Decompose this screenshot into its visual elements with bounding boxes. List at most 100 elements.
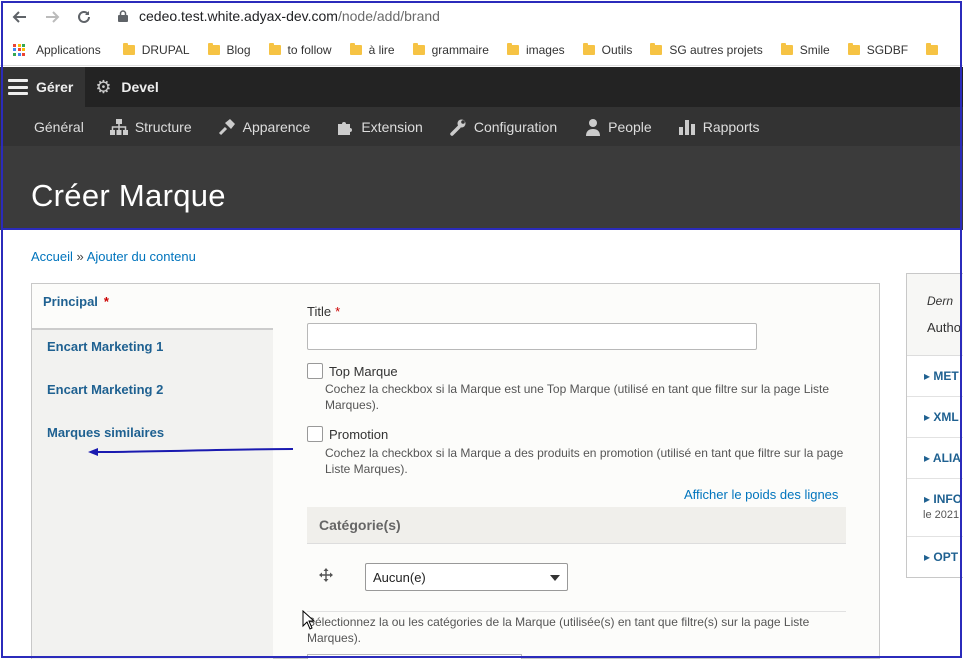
category-select[interactable]: Aucun(e) <box>365 563 568 591</box>
bookmark-images[interactable]: images <box>506 42 565 57</box>
bookmarks-bar: Applications DRUPAL Blog to follow à lir… <box>0 34 963 66</box>
category-select-value: Aucun(e) <box>373 570 426 585</box>
manage-button[interactable]: Gérer <box>0 67 86 107</box>
show-row-weights-link[interactable]: Afficher le poids des lignes <box>684 487 838 502</box>
categories-description: Sélectionnez la ou les catégories de la … <box>307 615 810 645</box>
bookmark-label: grammaire <box>431 42 489 57</box>
lock-icon <box>118 10 128 22</box>
page-header: Créer Marque <box>0 146 963 230</box>
tab-encart-marketing-1[interactable]: Encart Marketing 1 <box>47 339 288 354</box>
gear-icon: ⚙ <box>95 77 112 97</box>
manage-label: Gérer <box>36 79 74 95</box>
tray-item-extension[interactable]: Extension <box>336 118 423 136</box>
tray-item-structure[interactable]: Structure <box>109 118 192 136</box>
tab-label: Encart Marketing 2 <box>47 382 164 397</box>
tab-marques-similaires[interactable]: Marques similaires <box>47 425 288 440</box>
forward-icon[interactable] <box>41 6 63 28</box>
bookmark-sgdbf[interactable]: SGDBF <box>847 42 909 57</box>
url-text[interactable]: cedeo.test.white.adyax-dev.com/node/add/… <box>139 8 440 24</box>
mouse-cursor-icon <box>302 610 316 630</box>
apps-grid-icon <box>13 43 25 56</box>
bookmark-label: SGDBF <box>866 42 909 57</box>
categories-table-header: Catégorie(s) <box>307 507 846 544</box>
tray-item-general[interactable]: Général <box>34 119 84 135</box>
folder-icon <box>349 42 362 55</box>
top-marque-checkbox[interactable] <box>307 363 323 379</box>
tray-label: Apparence <box>242 118 311 135</box>
drag-handle-icon[interactable] <box>319 568 333 582</box>
tray-item-apparence[interactable]: Apparence <box>218 118 311 136</box>
folder-icon <box>650 42 663 55</box>
title-input[interactable] <box>307 323 757 350</box>
folder-icon <box>207 42 220 55</box>
bookmark-label: to follow <box>287 42 332 57</box>
node-form: Principal * Encart Marketing 1 Encart Mar… <box>31 283 880 659</box>
browser-url-bar: cedeo.test.white.adyax-dev.com/node/add/… <box>0 0 963 34</box>
required-marker: * <box>335 304 341 319</box>
promotion-label: Promotion <box>329 427 389 442</box>
brush-icon <box>218 118 235 135</box>
bookmark-label: Applications <box>36 42 101 57</box>
bookmark-label: Smile <box>799 42 830 57</box>
bookmark-applications[interactable]: Applications <box>13 43 101 57</box>
tray-label: Structure <box>134 118 192 135</box>
puzzle-icon <box>338 121 353 135</box>
bookmark-drupal[interactable]: DRUPAL <box>122 42 190 57</box>
top-marque-description: Cochez la checkbox si la Marque est une … <box>325 382 830 412</box>
meta-section-metatags[interactable]: ▸ MET <box>907 356 963 397</box>
bookmark-label: Outils <box>601 42 633 57</box>
tab-encart-marketing-2[interactable]: Encart Marketing 2 <box>47 382 288 397</box>
tab-label: Encart Marketing 1 <box>47 339 164 354</box>
tray-item-rapports[interactable]: Rapports <box>678 118 760 136</box>
last-saved-label: Dern <box>927 294 954 308</box>
bookmark-label: à lire <box>368 42 395 57</box>
meta-section-alias[interactable]: ▸ ALIA <box>907 438 963 479</box>
folder-icon <box>122 42 135 55</box>
tray-item-people[interactable]: People <box>583 118 652 136</box>
bookmark-to-follow[interactable]: to follow <box>268 42 332 57</box>
bookmark-label: DRUPAL <box>141 42 190 57</box>
add-category-field[interactable] <box>307 654 522 659</box>
meta-section-label: ALIA <box>932 451 961 465</box>
tab-label: Marques similaires <box>47 425 165 440</box>
meta-summary: Dern Autho <box>907 274 963 356</box>
bookmark-overflow[interactable] <box>926 42 945 55</box>
bookmark-blog[interactable]: Blog <box>207 42 251 57</box>
divider <box>307 611 846 612</box>
hamburger-icon <box>8 79 28 95</box>
tab-principal[interactable]: Principal * <box>32 284 273 330</box>
back-icon[interactable] <box>9 6 31 28</box>
person-icon <box>586 118 601 136</box>
meta-sidebar: Dern Autho ▸ MET ▸ XML ▸ ALIA ▸ INFO le … <box>906 273 963 578</box>
folder-icon <box>506 42 519 55</box>
breadcrumb-home-link[interactable]: Accueil <box>31 249 73 264</box>
bookmark-grammaire[interactable]: grammaire <box>412 42 489 57</box>
bookmark-sg-autres-projets[interactable]: SG autres projets <box>650 42 763 57</box>
devel-button[interactable]: ⚙ Devel <box>85 67 170 107</box>
top-marque-label: Top Marque <box>329 364 398 379</box>
promotion-description: Cochez la checkbox si la Marque a des pr… <box>325 446 844 476</box>
meta-section-info[interactable]: ▸ INFO le 2021 <box>907 479 963 537</box>
folder-icon <box>582 42 595 55</box>
devel-label: Devel <box>121 79 159 95</box>
author-label: Autho <box>927 320 961 335</box>
folder-icon <box>926 42 939 55</box>
meta-section-options[interactable]: ▸ OPT <box>907 537 963 577</box>
bookmark-outils[interactable]: Outils <box>582 42 633 57</box>
bookmark-label: images <box>525 42 565 57</box>
tab-label: Principal <box>43 294 98 309</box>
meta-section-xml[interactable]: ▸ XML <box>907 397 963 438</box>
required-marker: * <box>103 294 109 309</box>
bookmark-smile[interactable]: Smile <box>780 42 830 57</box>
breadcrumb-add-content-link[interactable]: Ajouter du contenu <box>87 249 196 264</box>
tray-item-configuration[interactable]: Configuration <box>449 118 557 136</box>
promotion-checkbox[interactable] <box>307 426 323 442</box>
triangle-right-icon: ▸ <box>924 410 934 424</box>
folder-icon <box>268 42 281 55</box>
tray-label: Extension <box>361 118 423 135</box>
reload-icon[interactable] <box>73 6 95 28</box>
triangle-right-icon: ▸ <box>924 550 934 564</box>
meta-section-label: MET <box>933 369 959 383</box>
meta-info-date: le 2021 <box>923 509 960 521</box>
bookmark-a-lire[interactable]: à lire <box>349 42 395 57</box>
